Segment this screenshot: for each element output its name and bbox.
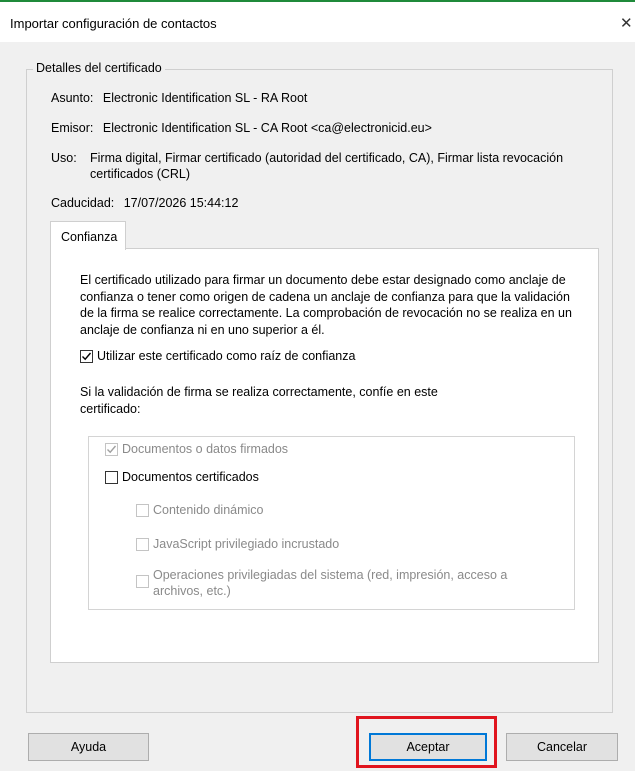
trust-description: El certificado utilizado para firmar un … [80, 273, 572, 337]
use-as-root-checkbox[interactable] [80, 350, 93, 363]
accept-highlight-box [356, 716, 497, 768]
certified-docs-checkbox[interactable] [105, 471, 118, 484]
usage-label: Uso: [51, 151, 77, 165]
window-title: Importar configuración de contactos [10, 16, 217, 31]
issuer-label: Emisor: [51, 121, 94, 135]
expiry-row: Caducidad: 17/07/2026 15:44:12 [51, 196, 238, 210]
system-ops-label-line1: Operaciones privilegiadas del sistema (r… [153, 568, 508, 582]
cancel-button[interactable]: Cancelar [506, 733, 618, 761]
usage-row: Uso: [51, 151, 77, 165]
dynamic-content-checkbox [136, 504, 149, 517]
issuer-value: Electronic Identification SL - CA Root <… [102, 121, 432, 135]
usage-value-line2: certificados (CRL) [90, 167, 191, 181]
issuer-row: Emisor: Electronic Identification SL - C… [51, 121, 432, 135]
subject-value: Electronic Identification SL - RA Root [102, 91, 308, 105]
system-ops-label-line2: archivos, etc.) [153, 584, 231, 598]
system-ops-checkbox [136, 575, 149, 588]
certified-docs-label[interactable]: Documentos certificados [122, 470, 259, 484]
signed-docs-checkbox [105, 443, 118, 456]
trust-intro: Si la validación de firma se realiza cor… [80, 385, 438, 416]
embedded-js-label: JavaScript privilegiado incrustado [153, 537, 340, 551]
dynamic-content-label: Contenido dinámico [153, 503, 264, 517]
title-bar: Importar configuración de contactos ✕ [0, 2, 635, 42]
signed-docs-label: Documentos o datos firmados [122, 442, 289, 456]
details-legend: Detalles del certificado [33, 61, 165, 75]
tab-confianza-label: Confianza [61, 230, 118, 244]
usage-value-line1: Firma digital, Firmar certificado (autor… [90, 151, 564, 165]
checkmark-icon [107, 445, 117, 454]
embedded-js-checkbox [136, 538, 149, 551]
checkmark-icon [82, 352, 92, 361]
use-as-root-label[interactable]: Utilizar este certificado como raíz de c… [97, 349, 355, 363]
close-icon[interactable]: ✕ [620, 14, 633, 32]
expiry-value: 17/07/2026 15:44:12 [123, 196, 239, 210]
subject-row: Asunto: Electronic Identification SL - R… [51, 91, 307, 105]
subject-label: Asunto: [51, 91, 94, 105]
expiry-label: Caducidad: [51, 196, 115, 210]
help-button[interactable]: Ayuda [28, 733, 149, 761]
tab-confianza[interactable]: Confianza [50, 221, 126, 250]
